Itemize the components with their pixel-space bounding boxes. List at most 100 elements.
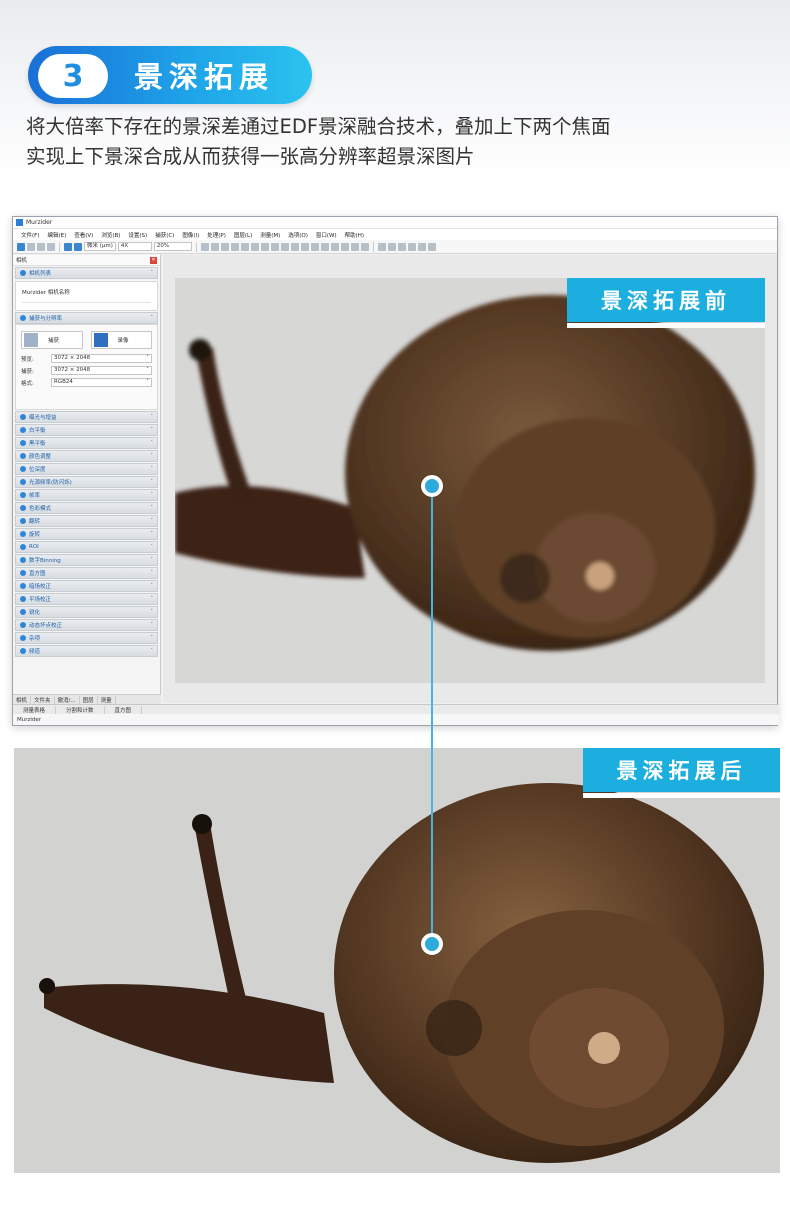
curve-icon[interactable] (310, 242, 319, 251)
rectangle-icon[interactable] (270, 242, 279, 251)
menu-help[interactable]: 帮助(H) (345, 231, 364, 239)
settings-section[interactable]: 数字Binning ˅ (15, 554, 158, 566)
chevron-down-icon[interactable]: ˅ (151, 453, 154, 459)
menu-window[interactable]: 窗口(W) (316, 231, 337, 239)
menu-layer[interactable]: 图层(L) (234, 231, 252, 239)
menu-options[interactable]: 选项(O) (288, 231, 308, 239)
chevron-down-icon[interactable]: ˅ (151, 427, 154, 433)
settings-section[interactable]: 锐化 ˅ (15, 606, 158, 618)
layer-icon[interactable] (407, 242, 416, 251)
tab-segment-count[interactable]: 分割和计数 (56, 706, 105, 714)
angle-icon[interactable] (220, 242, 229, 251)
snap-button[interactable]: 捕获 (21, 331, 83, 349)
settings-section[interactable]: 翻转 ˅ (15, 515, 158, 527)
chevron-down-icon[interactable]: ˅ (151, 557, 154, 563)
chevron-down-icon[interactable]: ˅ (151, 583, 154, 589)
circle-icon[interactable] (280, 242, 289, 251)
section-capture[interactable]: 捕获与分辨率 ˄ (15, 312, 158, 324)
pointer-icon[interactable] (210, 242, 219, 251)
arrow-line-icon[interactable] (240, 242, 249, 251)
settings-section[interactable]: 动态坏点校正 ˅ (15, 619, 158, 631)
chevron-down-icon[interactable]: ˅ (151, 635, 154, 641)
star-icon[interactable] (330, 242, 339, 251)
grid-icon[interactable] (74, 242, 82, 251)
tab-undo[interactable]: 撤消/... (55, 696, 80, 704)
settings-section[interactable]: 暗场校正 ˅ (15, 580, 158, 592)
preview-select[interactable]: 3072 × 2048 ˅ (51, 354, 152, 363)
settings-section[interactable]: 曝光与增益 ˅ (15, 411, 158, 423)
hand-icon[interactable] (200, 242, 209, 251)
settings-section[interactable]: 黑平衡 ˅ (15, 437, 158, 449)
tab-measure-table[interactable]: 测量表格 (13, 706, 57, 714)
tab-histogram[interactable]: 直方图 (105, 706, 143, 714)
chevron-down-icon[interactable]: ˅ (151, 479, 154, 485)
settings-section[interactable]: 平场校正 ˅ (15, 593, 158, 605)
tab-folder[interactable]: 文件夹 (31, 696, 55, 704)
chevron-down-icon[interactable]: ˅ (151, 466, 154, 472)
tab-layer[interactable]: 图层 (80, 696, 98, 704)
export-icon[interactable] (427, 242, 436, 251)
save-icon[interactable] (27, 242, 35, 251)
camera-item[interactable]: Murzider 相机名称 (22, 288, 151, 296)
magnification-select[interactable]: 4X (117, 242, 152, 251)
ellipse-icon[interactable] (300, 242, 309, 251)
chevron-down-icon[interactable]: ˅ (151, 440, 154, 446)
chevron-up-icon[interactable]: ˄ (151, 315, 154, 321)
menu-settings[interactable]: 设置(S) (128, 231, 147, 239)
print-icon[interactable] (37, 242, 45, 251)
chevron-down-icon[interactable]: ˅ (151, 622, 154, 628)
format-select[interactable]: RGB24 ˅ (51, 378, 152, 387)
section-camera-list[interactable]: 相机列表 ˄ (15, 267, 158, 279)
settings-section[interactable]: 光源频率(防闪烁) ˅ (15, 476, 158, 488)
tab-camera[interactable]: 相机 (13, 696, 32, 704)
pen-icon[interactable] (250, 242, 259, 251)
chevron-down-icon[interactable]: ˅ (151, 596, 154, 602)
chevron-down-icon[interactable]: ˅ (151, 544, 154, 550)
chevron-down-icon[interactable]: ˅ (151, 414, 154, 420)
record-button[interactable]: 录像 (90, 331, 152, 349)
table-icon[interactable] (397, 242, 406, 251)
settings-section[interactable]: 色彩模式 ˅ (15, 502, 158, 514)
menu-image[interactable]: 图像(I) (182, 231, 199, 239)
menu-browse[interactable]: 浏览(B) (101, 231, 120, 239)
settings-section[interactable]: 白平衡 ˅ (15, 424, 158, 436)
chevron-down-icon[interactable]: ˅ (151, 531, 154, 537)
chevron-up-icon[interactable]: ˄ (151, 270, 154, 276)
scale-icon[interactable] (350, 242, 359, 251)
tab-measure[interactable]: 测量 (98, 696, 116, 704)
open-icon[interactable] (17, 242, 25, 251)
folder-icon[interactable] (64, 242, 72, 251)
settings-section[interactable]: 位深度 ˅ (15, 463, 158, 475)
menu-process[interactable]: 处理(P) (207, 231, 226, 239)
line-icon[interactable] (230, 242, 239, 251)
settings-section[interactable]: ROI ˅ (15, 541, 158, 553)
list-icon[interactable] (417, 242, 426, 251)
capture-select[interactable]: 3072 × 2048 ˅ (51, 366, 152, 375)
arrow-icon[interactable] (360, 242, 369, 251)
chart-icon[interactable] (387, 242, 396, 251)
chevron-down-icon[interactable]: ˅ (151, 609, 154, 615)
settings-section[interactable]: 频道 ˅ (15, 645, 158, 657)
chevron-down-icon[interactable]: ˅ (151, 570, 154, 576)
menu-file[interactable]: 文件(F) (21, 231, 39, 239)
settings-section[interactable]: 旋转 ˅ (15, 528, 158, 540)
settings-section[interactable]: 直方图 ˅ (15, 567, 158, 579)
settings-section[interactable]: 帧率 ˅ (15, 489, 158, 501)
close-icon[interactable]: ✕ (150, 256, 157, 264)
text-icon[interactable] (320, 242, 329, 251)
chevron-down-icon[interactable]: ˅ (151, 648, 154, 654)
undo-icon[interactable] (340, 242, 349, 251)
menu-capture[interactable]: 捕获(C) (155, 231, 174, 239)
chevron-down-icon[interactable]: ˅ (151, 492, 154, 498)
settings-section[interactable]: 颜色调整 ˅ (15, 450, 158, 462)
menu-view[interactable]: 查看(V) (74, 231, 93, 239)
chevron-down-icon[interactable]: ˅ (151, 505, 154, 511)
copy-icon[interactable] (47, 242, 55, 251)
menu-edit[interactable]: 编辑(E) (47, 231, 66, 239)
perpendicular-icon[interactable] (260, 242, 269, 251)
measure-icon[interactable] (377, 242, 386, 251)
chevron-down-icon[interactable]: ˅ (151, 518, 154, 524)
polygon-icon[interactable] (290, 242, 299, 251)
menu-measure[interactable]: 测量(M) (260, 231, 280, 239)
zoom-select[interactable]: 20% (153, 242, 192, 251)
